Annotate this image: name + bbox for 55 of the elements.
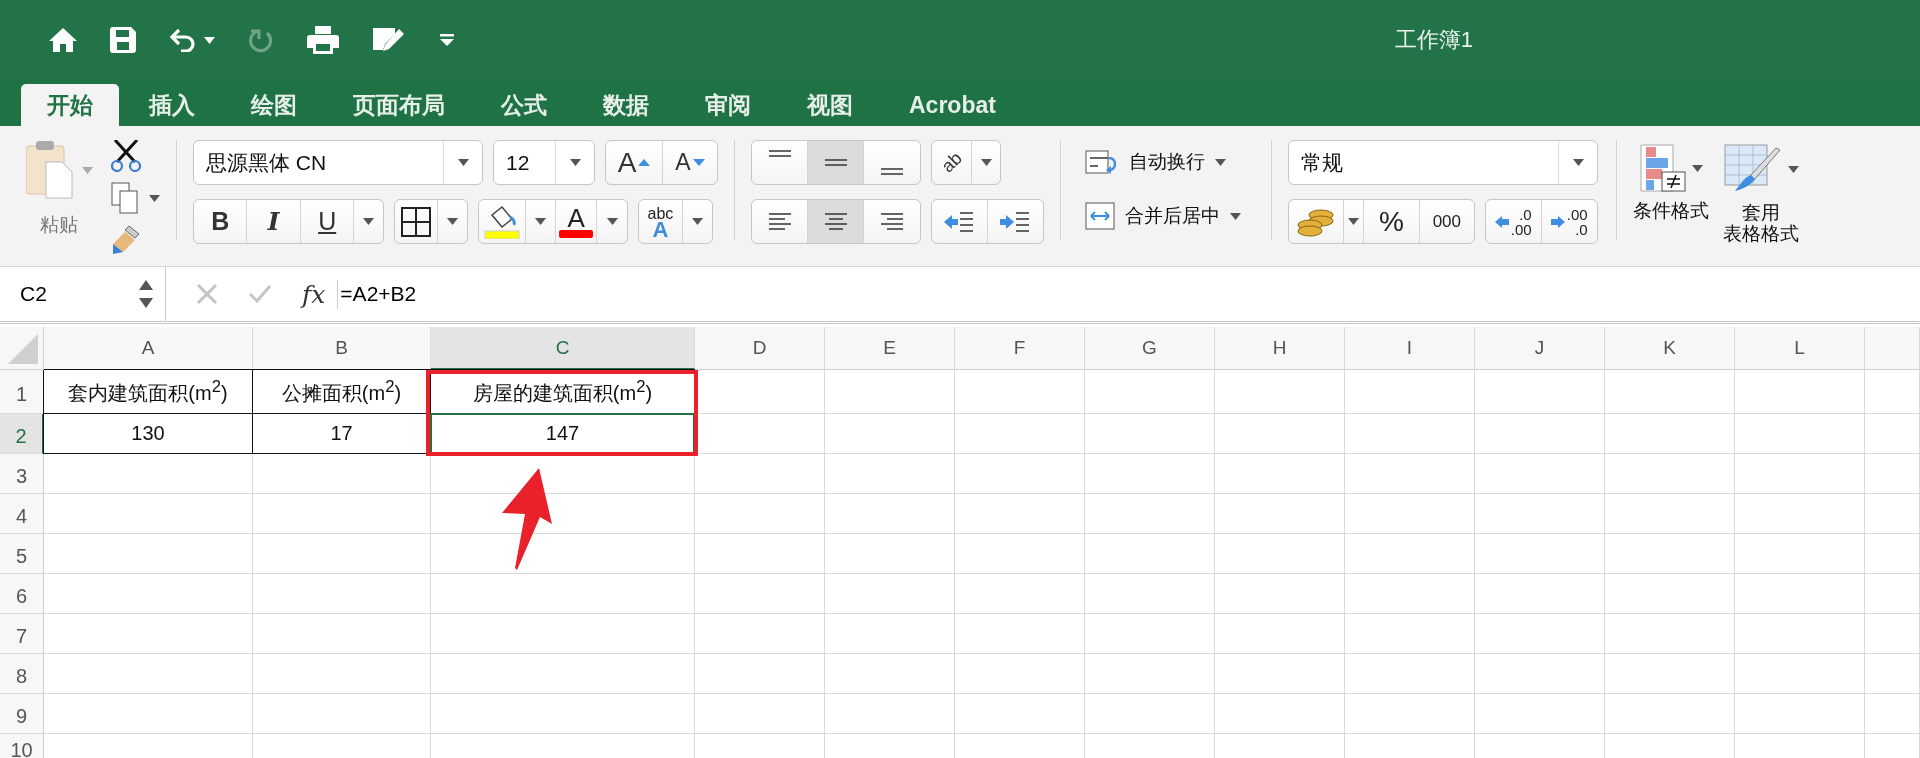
increase-font-button[interactable]: A (606, 141, 663, 184)
ribbon-tab[interactable]: 插入 (123, 84, 221, 126)
column-header[interactable]: G (1085, 327, 1215, 370)
ribbon-tab[interactable]: 绘图 (225, 84, 323, 126)
formula-field[interactable]: =A2+B2 (338, 282, 417, 306)
column-header[interactable]: E (825, 327, 955, 370)
format-as-table-button[interactable]: 套用 表格格式 (1723, 144, 1799, 266)
number-format-dropdown[interactable]: 常规 (1288, 140, 1598, 185)
column-header[interactable]: J (1475, 327, 1605, 370)
insert-function-button[interactable]: fx (302, 279, 339, 309)
decrease-font-button[interactable]: A (663, 141, 717, 184)
merge-center-button[interactable]: 合并后居中 (1085, 202, 1241, 230)
font-dropdown[interactable]: 思源黑体 CN (193, 140, 483, 185)
column-header[interactable]: B (253, 327, 431, 370)
paste-button[interactable]: 粘贴 (26, 140, 93, 266)
increase-decimal-button[interactable]: .0 .00 (1486, 200, 1542, 243)
row-header[interactable]: 9 (0, 694, 44, 734)
font-size-dropdown[interactable]: 12 (493, 140, 595, 185)
row-header[interactable]: 8 (0, 654, 44, 694)
italic-button[interactable]: I (247, 200, 301, 243)
ribbon-tab[interactable]: 视图 (781, 84, 879, 126)
row-header[interactable]: 10 (0, 734, 44, 758)
ribbon-tab[interactable]: 数据 (577, 84, 675, 126)
ribbon-tab[interactable]: 页面布局 (327, 84, 471, 126)
ribbon-tab[interactable]: 公式 (475, 84, 573, 126)
decrease-decimal-button[interactable]: .00 .0 (1541, 200, 1597, 243)
table-cell: 套内建筑面积(m$^{2}$) (43, 369, 253, 414)
column-header[interactable]: C (431, 327, 695, 370)
row-header[interactable]: 3 (0, 454, 44, 494)
conditional-formatting-button[interactable]: 条件格式 (1633, 144, 1709, 266)
table-cell: 147 (430, 413, 695, 454)
underline-button[interactable]: U (300, 200, 355, 243)
ribbon-tab[interactable]: 审阅 (679, 84, 777, 126)
ribbon-tab[interactable]: 开始 (21, 84, 119, 126)
column-header[interactable]: A (44, 327, 253, 370)
row-header[interactable]: 2 (0, 414, 44, 454)
bold-button[interactable]: B (194, 200, 248, 243)
column-header[interactable]: K (1605, 327, 1735, 370)
column-header[interactable]: F (955, 327, 1085, 370)
wrap-text-button[interactable]: 自动换行 (1085, 148, 1241, 176)
percent-button[interactable]: % (1364, 200, 1420, 243)
row-header[interactable]: 5 (0, 534, 44, 574)
column-header[interactable]: D (695, 327, 825, 370)
row-header[interactable]: 4 (0, 494, 44, 534)
name-box[interactable]: C2 (0, 267, 166, 321)
column-header[interactable]: I (1345, 327, 1475, 370)
row-header[interactable]: 6 (0, 574, 44, 614)
row-header[interactable]: 1 (0, 370, 44, 414)
ribbon-tab[interactable]: Acrobat (883, 84, 1022, 126)
column-header[interactable]: H (1215, 327, 1345, 370)
column-header[interactable]: L (1735, 327, 1865, 370)
table-cell: 130 (43, 413, 253, 454)
comma-style-button[interactable]: 000 (1419, 200, 1474, 243)
window-title: 工作簿1 (1394, 26, 1473, 54)
row-header[interactable]: 7 (0, 614, 44, 654)
